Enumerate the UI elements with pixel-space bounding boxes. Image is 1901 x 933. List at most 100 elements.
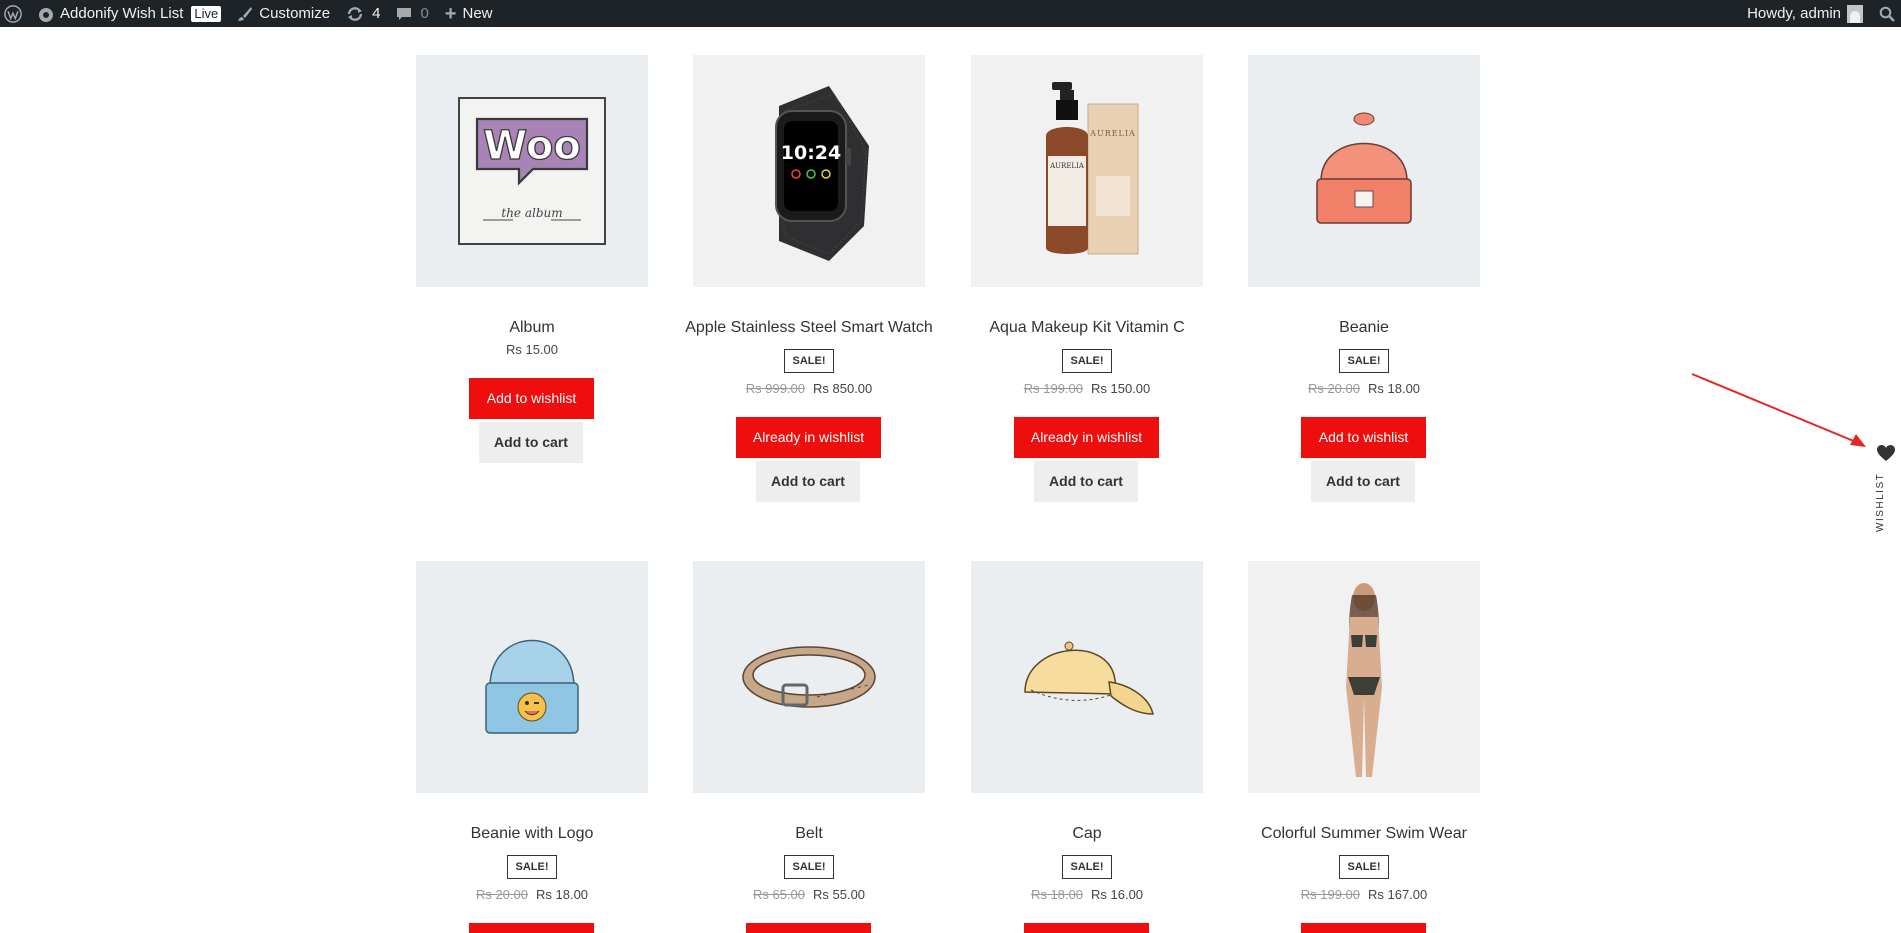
- current-price: Rs 167.00: [1368, 887, 1428, 902]
- wordpress-icon: [4, 4, 22, 23]
- current-price: Rs 15.00: [505, 342, 559, 357]
- product-card-aqua-makeup-kit: AURELIA AURELIA Aqua Makeup Kit Vitamin …: [971, 55, 1203, 502]
- add-to-cart-button[interactable]: Add to cart: [1311, 461, 1415, 502]
- comments-count: 0: [420, 5, 429, 22]
- product-title[interactable]: Cap: [941, 824, 1233, 844]
- product-title[interactable]: Belt: [663, 824, 955, 844]
- current-price: Rs 850.00: [813, 381, 873, 396]
- wishlist-label: WISHLIST: [1875, 472, 1886, 532]
- product-card-beanie: Beanie SALE! Rs 20.00 Rs 18.00 Add to wis…: [1248, 55, 1480, 502]
- product-image[interactable]: [1248, 55, 1480, 287]
- album-logo-text: Woo: [483, 123, 581, 169]
- product-image[interactable]: Woo the album: [416, 55, 648, 287]
- current-price: Rs 55.00: [813, 887, 866, 902]
- product-image[interactable]: [1248, 561, 1480, 793]
- already-in-wishlist-button[interactable]: Already in wishlist: [1014, 417, 1159, 458]
- original-price: Rs 199.00: [1023, 381, 1083, 396]
- product-card-beanie-with-logo: Beanie with Logo SALE! Rs 20.00 Rs 18.00: [416, 561, 648, 933]
- product-card-belt: Belt SALE! Rs 65.00 Rs 55.00: [693, 561, 925, 933]
- product-card-smart-watch: 10:24 Apple Stainless Steel Smart Watch …: [685, 55, 933, 502]
- sale-badge: SALE!: [507, 855, 557, 879]
- customize-label: Customize: [259, 5, 331, 22]
- new-content-menu[interactable]: + New: [437, 0, 501, 27]
- add-to-cart-button[interactable]: Add to cart: [479, 422, 583, 463]
- admin-bar: Addonify Wish List Live Customize 4 0 + …: [0, 0, 1901, 27]
- updates-icon: [346, 6, 364, 22]
- wishlist-sidebar-toggle[interactable]: WISHLIST: [1873, 442, 1899, 536]
- site-name: Addonify Wish List: [60, 5, 184, 22]
- add-to-wishlist-button[interactable]: Add to wishlist: [469, 378, 594, 419]
- product-image[interactable]: [416, 561, 648, 793]
- cap-image: [1024, 641, 1154, 715]
- admin-search[interactable]: [1871, 0, 1901, 27]
- current-price: Rs 18.00: [1368, 381, 1421, 396]
- wishlist-button[interactable]: [469, 923, 594, 933]
- my-account-menu[interactable]: Howdy, admin: [1739, 0, 1871, 27]
- customize-link[interactable]: Customize: [229, 0, 338, 27]
- product-price: Rs 199.00 Rs 150.00: [971, 381, 1203, 396]
- wishlist-button[interactable]: [1301, 923, 1426, 933]
- sale-badge: SALE!: [1339, 855, 1389, 879]
- product-title[interactable]: Apple Stainless Steel Smart Watch: [663, 318, 955, 338]
- updates-link[interactable]: 4: [338, 0, 388, 27]
- product-title[interactable]: Aqua Makeup Kit Vitamin C: [941, 318, 1233, 338]
- product-title[interactable]: Beanie with Logo: [386, 824, 678, 844]
- annotation-arrow: [1691, 373, 1866, 447]
- bottle-brand: AURELIA: [1049, 162, 1085, 170]
- swim-wear-model-image: [1346, 583, 1382, 777]
- greeting: Howdy, admin: [1747, 5, 1841, 22]
- current-price: Rs 150.00: [1091, 381, 1151, 396]
- watch-time: 10:24: [781, 142, 841, 164]
- album-art-image: Woo the album: [458, 97, 606, 245]
- sale-badge: SALE!: [1062, 349, 1112, 373]
- original-price: Rs 999.00: [745, 381, 805, 396]
- album-caption: the album: [501, 206, 562, 220]
- beanie-with-logo-image: [485, 639, 579, 734]
- dashboard-icon: [38, 6, 54, 22]
- avatar: [1847, 4, 1863, 23]
- heart-icon: [1877, 445, 1895, 461]
- beanie-image: [1316, 112, 1412, 224]
- product-card-swim-wear: Colorful Summer Swim Wear SALE! Rs 199.0…: [1248, 561, 1480, 933]
- product-image[interactable]: [971, 561, 1203, 793]
- original-price: Rs 20.00: [475, 887, 528, 902]
- product-price: Rs 65.00 Rs 55.00: [693, 887, 925, 902]
- add-to-wishlist-button[interactable]: Add to wishlist: [1301, 417, 1426, 458]
- wishlist-button[interactable]: [1024, 923, 1149, 933]
- already-in-wishlist-button[interactable]: Already in wishlist: [736, 417, 881, 458]
- product-price: Rs 999.00 Rs 850.00: [693, 381, 925, 396]
- original-price: Rs 65.00: [752, 887, 805, 902]
- product-price: Rs 15.00: [416, 342, 648, 357]
- add-to-cart-button[interactable]: Add to cart: [1034, 461, 1138, 502]
- add-to-cart-button[interactable]: Add to cart: [756, 461, 860, 502]
- wishlist-button[interactable]: [746, 923, 871, 933]
- sale-badge: SALE!: [784, 349, 834, 373]
- product-card-album: Woo the album Album Rs 15.00 Add to wish…: [416, 55, 648, 463]
- original-price: Rs 20.00: [1307, 381, 1360, 396]
- sale-badge: SALE!: [784, 855, 834, 879]
- product-image[interactable]: AURELIA AURELIA: [971, 55, 1203, 287]
- product-image[interactable]: 10:24: [693, 55, 925, 287]
- product-price: Rs 20.00 Rs 18.00: [1248, 381, 1480, 396]
- smart-watch-image: 10:24: [775, 86, 869, 261]
- original-price: Rs 199.00: [1300, 887, 1360, 902]
- wordpress-logo-menu[interactable]: [0, 0, 30, 27]
- comments-link[interactable]: 0: [388, 0, 436, 27]
- sale-badge: SALE!: [1339, 349, 1389, 373]
- live-badge: Live: [191, 5, 222, 22]
- new-label: New: [462, 5, 493, 22]
- sale-badge: SALE!: [1062, 855, 1112, 879]
- product-price: Rs 20.00 Rs 18.00: [416, 887, 648, 902]
- serum-bottle-image: AURELIA AURELIA: [1046, 82, 1139, 255]
- product-price: Rs 18.00 Rs 16.00: [971, 887, 1203, 902]
- belt-image: [742, 646, 876, 708]
- product-image[interactable]: [693, 561, 925, 793]
- search-icon: [1879, 6, 1895, 22]
- current-price: Rs 16.00: [1091, 887, 1144, 902]
- site-name-menu[interactable]: Addonify Wish List Live: [30, 0, 229, 27]
- comment-icon: [396, 6, 412, 22]
- product-title[interactable]: Album: [386, 318, 678, 338]
- product-title[interactable]: Colorful Summer Swim Wear: [1218, 824, 1510, 844]
- original-price: Rs 18.00: [1030, 887, 1083, 902]
- product-title[interactable]: Beanie: [1218, 318, 1510, 338]
